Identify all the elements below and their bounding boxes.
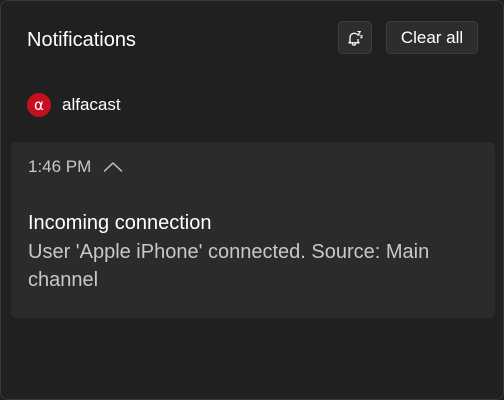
notification-card[interactable]: 1:46 PM Incoming connection User 'Apple … [11,142,495,318]
app-logo-icon: α [27,93,51,117]
chevron-up-icon[interactable] [103,161,123,173]
app-group-header: α alfacast [27,92,121,118]
notification-center-panel: Notifications Clear all α alfacast 1:46 … [0,0,504,400]
bell-snooze-icon [346,29,364,47]
notification-header: Notifications Clear all [1,1,503,79]
app-name: alfacast [62,95,121,114]
clear-all-button[interactable]: Clear all [386,21,478,54]
notification-time: 1:46 PM [28,157,92,176]
do-not-disturb-button[interactable] [338,21,372,54]
page-title: Notifications [27,29,136,51]
notification-title: Incoming connection [28,212,212,234]
notification-body: User 'Apple iPhone' connected. Source: M… [28,241,430,291]
notification-meta: 1:46 PM [28,156,123,178]
